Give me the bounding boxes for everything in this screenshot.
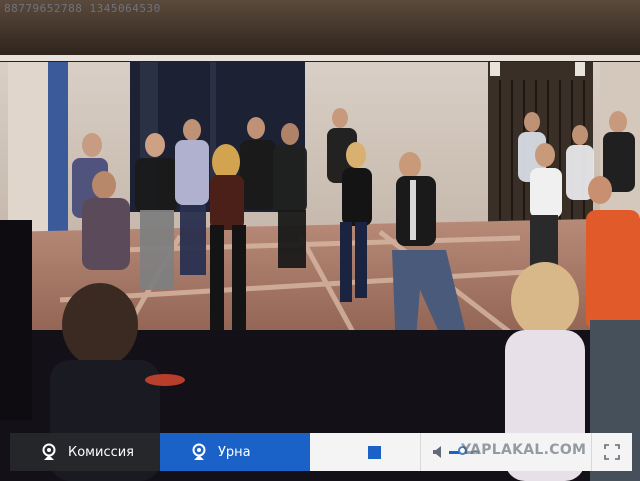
fullscreen-button[interactable] bbox=[591, 433, 632, 471]
volume-control: YAPLAKAL.COM bbox=[421, 433, 591, 471]
camera-controls-bar: Комиссия Урна YAPLAKAL.COM bbox=[10, 433, 632, 471]
video-player-controls: YAPLAKAL.COM bbox=[310, 433, 632, 471]
webcam-icon bbox=[192, 443, 206, 460]
stream-id-overlay: 88779652788 1345064530 bbox=[4, 2, 161, 15]
commission-camera-button[interactable]: Комиссия bbox=[10, 433, 160, 471]
stop-icon bbox=[367, 445, 381, 459]
urna-camera-label: Урна bbox=[218, 444, 251, 460]
fullscreen-icon bbox=[604, 444, 620, 460]
urna-camera-button[interactable]: Урна bbox=[160, 433, 310, 471]
stop-button[interactable] bbox=[328, 433, 421, 471]
webcam-icon bbox=[42, 443, 56, 460]
video-stream: 88779652788 1345064530 bbox=[0, 0, 640, 481]
site-watermark: YAPLAKAL.COM bbox=[461, 442, 587, 458]
speaker-icon[interactable] bbox=[433, 446, 443, 458]
video-frame-image bbox=[0, 0, 640, 481]
commission-camera-label: Комиссия bbox=[68, 444, 135, 460]
